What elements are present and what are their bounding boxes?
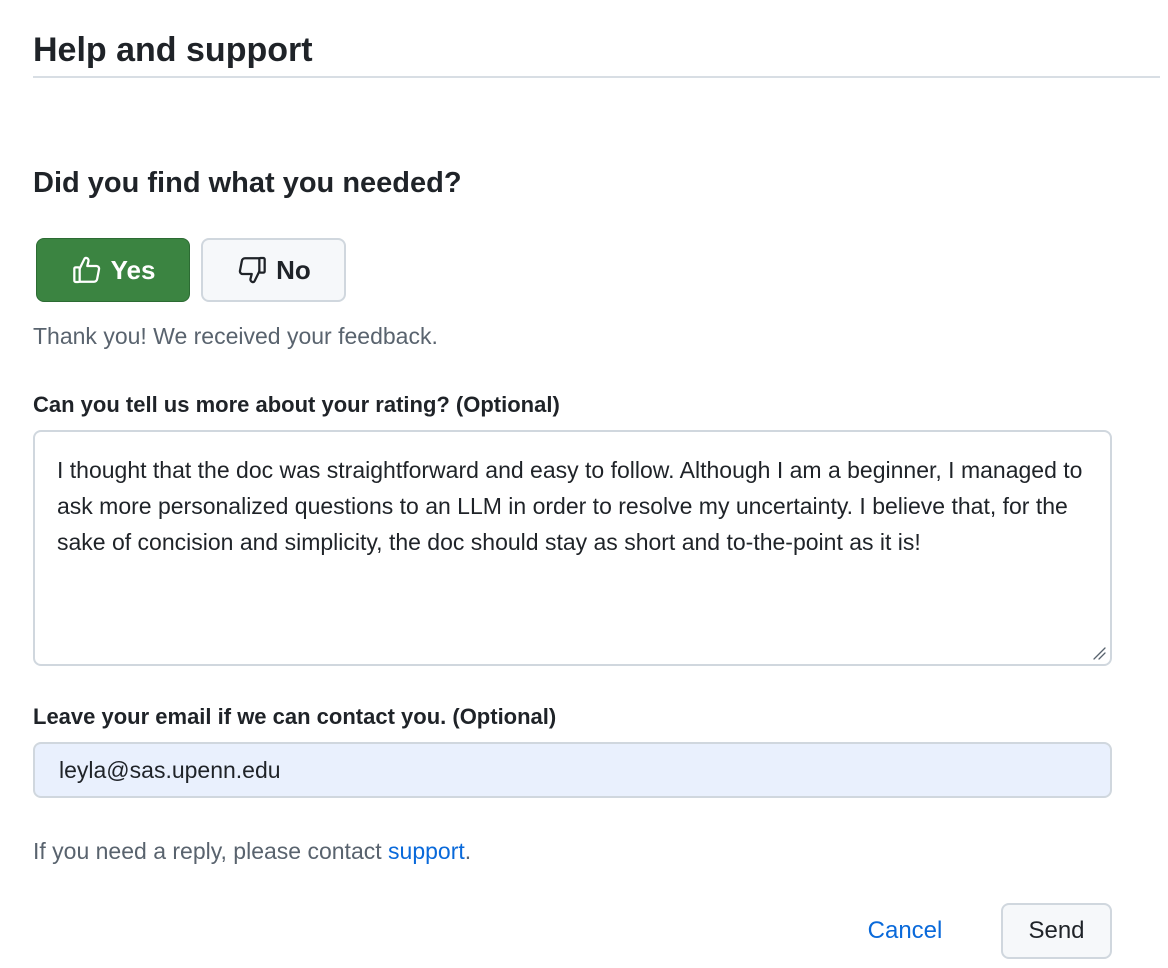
reply-note-suffix: . <box>464 838 472 864</box>
thumbs-up-icon <box>71 254 103 286</box>
title-divider <box>33 76 1160 78</box>
yes-button-label: Yes <box>110 254 156 285</box>
comment-label: Can you tell us more about your rating? … <box>33 392 560 417</box>
email-input[interactable] <box>33 742 1112 798</box>
reply-note-text: If you need a reply, please contact <box>33 838 389 864</box>
page-title: Help and support <box>33 31 313 69</box>
resize-handle-icon[interactable] <box>1092 646 1106 660</box>
feedback-question: Did you find what you needed? <box>33 167 462 199</box>
send-button[interactable]: Send <box>1001 903 1112 959</box>
thumbs-down-icon <box>236 254 268 286</box>
yes-button[interactable]: Yes <box>36 238 190 302</box>
reply-note: If you need a reply, please contact supp… <box>33 837 471 865</box>
no-button-label: No <box>276 254 311 285</box>
email-label: Leave your email if we can contact you. … <box>33 704 557 729</box>
help-support-panel: Help and support Did you find what you n… <box>33 0 1168 968</box>
no-button[interactable]: No <box>201 238 346 302</box>
comment-textarea[interactable]: I thought that the doc was straightforwa… <box>33 430 1112 666</box>
cancel-button[interactable]: Cancel <box>845 903 965 959</box>
feedback-confirmation: Thank you! We received your feedback. <box>33 323 438 349</box>
support-link[interactable]: support <box>388 838 465 864</box>
